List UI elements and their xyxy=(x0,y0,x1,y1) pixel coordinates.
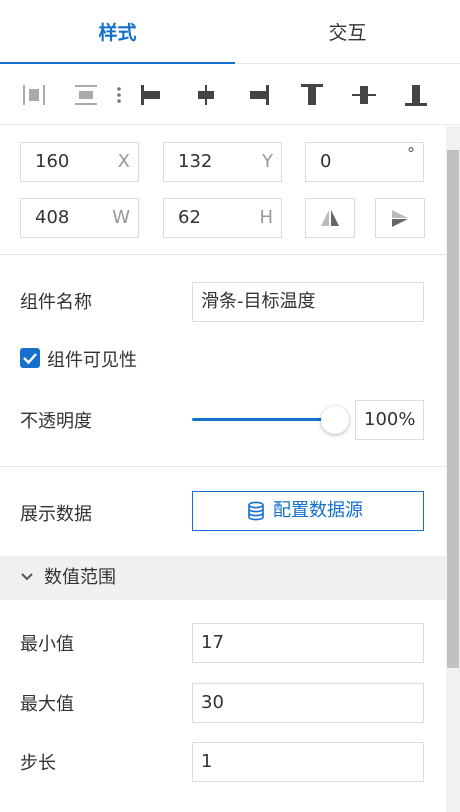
properties-panel: 160 X 132 Y 0 ° 408 W 62 H 组件名称 滑条-目标温度 xyxy=(0,126,446,812)
opacity-slider-handle[interactable] xyxy=(321,406,349,434)
more-vertical-icon[interactable] xyxy=(103,80,133,110)
alignment-toolbar xyxy=(0,64,460,125)
distribute-horizontal-icon[interactable] xyxy=(18,80,50,110)
opacity-input[interactable]: 100% xyxy=(355,400,424,440)
section-divider xyxy=(0,466,446,467)
flip-horizontal-button[interactable] xyxy=(305,198,355,238)
section-divider xyxy=(0,254,446,255)
tab-interaction[interactable]: 交互 xyxy=(235,0,460,64)
align-bottom-icon[interactable] xyxy=(400,80,432,110)
value-range-section-header[interactable]: 数值范围 xyxy=(0,556,446,600)
width-unit-label: W xyxy=(112,207,130,228)
component-name-value: 滑条-目标温度 xyxy=(201,291,316,312)
opacity-label: 不透明度 xyxy=(20,411,92,432)
height-field[interactable]: 62 H xyxy=(163,198,282,238)
value-range-section-title: 数值范围 xyxy=(44,567,116,588)
min-value-input[interactable]: 17 xyxy=(192,623,424,663)
opacity-slider-track[interactable] xyxy=(192,418,334,421)
align-middle-vertical-icon[interactable] xyxy=(348,80,380,110)
height-value: 62 xyxy=(178,207,201,228)
flip-horizontal-icon xyxy=(321,210,339,226)
flip-vertical-button[interactable] xyxy=(375,198,425,238)
component-name-input[interactable]: 滑条-目标温度 xyxy=(192,282,424,322)
scrollbar-thumb[interactable] xyxy=(447,150,459,668)
x-field[interactable]: 160 X xyxy=(20,142,139,182)
height-unit-label: H xyxy=(259,207,273,228)
max-value-input[interactable]: 30 xyxy=(192,683,424,723)
opacity-value: 100% xyxy=(364,409,416,430)
data-source-label: 展示数据 xyxy=(20,504,92,525)
align-left-icon[interactable] xyxy=(135,80,167,110)
min-value-label: 最小值 xyxy=(20,634,74,655)
max-value-label: 最大值 xyxy=(20,694,74,715)
checkmark-icon xyxy=(23,353,37,365)
y-unit-label: Y xyxy=(262,151,273,172)
width-field[interactable]: 408 W xyxy=(20,198,139,238)
x-unit-label: X xyxy=(117,151,130,172)
component-name-label: 组件名称 xyxy=(20,292,92,313)
y-value: 132 xyxy=(178,151,213,172)
tab-bar: 样式 交互 xyxy=(0,0,460,65)
distribute-vertical-icon[interactable] xyxy=(70,80,102,110)
flip-vertical-icon xyxy=(392,210,408,227)
step-value: 1 xyxy=(201,751,213,772)
x-value: 160 xyxy=(35,151,70,172)
database-icon xyxy=(248,501,264,521)
visibility-label: 组件可见性 xyxy=(47,350,137,371)
width-value: 408 xyxy=(35,207,70,228)
step-label: 步长 xyxy=(20,753,56,774)
y-field[interactable]: 132 Y xyxy=(163,142,282,182)
rotation-field[interactable]: 0 ° xyxy=(305,142,424,182)
max-value: 30 xyxy=(201,692,224,713)
visibility-checkbox[interactable] xyxy=(20,348,40,368)
min-value: 17 xyxy=(201,632,224,653)
chevron-down-icon xyxy=(21,573,33,581)
align-center-horizontal-icon[interactable] xyxy=(190,80,222,110)
tab-style[interactable]: 样式 xyxy=(0,0,235,65)
align-right-icon[interactable] xyxy=(243,80,275,110)
step-input[interactable]: 1 xyxy=(192,742,424,782)
align-top-icon[interactable] xyxy=(296,80,328,110)
configure-data-source-label: 配置数据源 xyxy=(273,500,363,521)
configure-data-source-button[interactable]: 配置数据源 xyxy=(192,491,424,531)
degree-unit-label: ° xyxy=(407,144,415,163)
rotation-value: 0 xyxy=(320,151,332,172)
